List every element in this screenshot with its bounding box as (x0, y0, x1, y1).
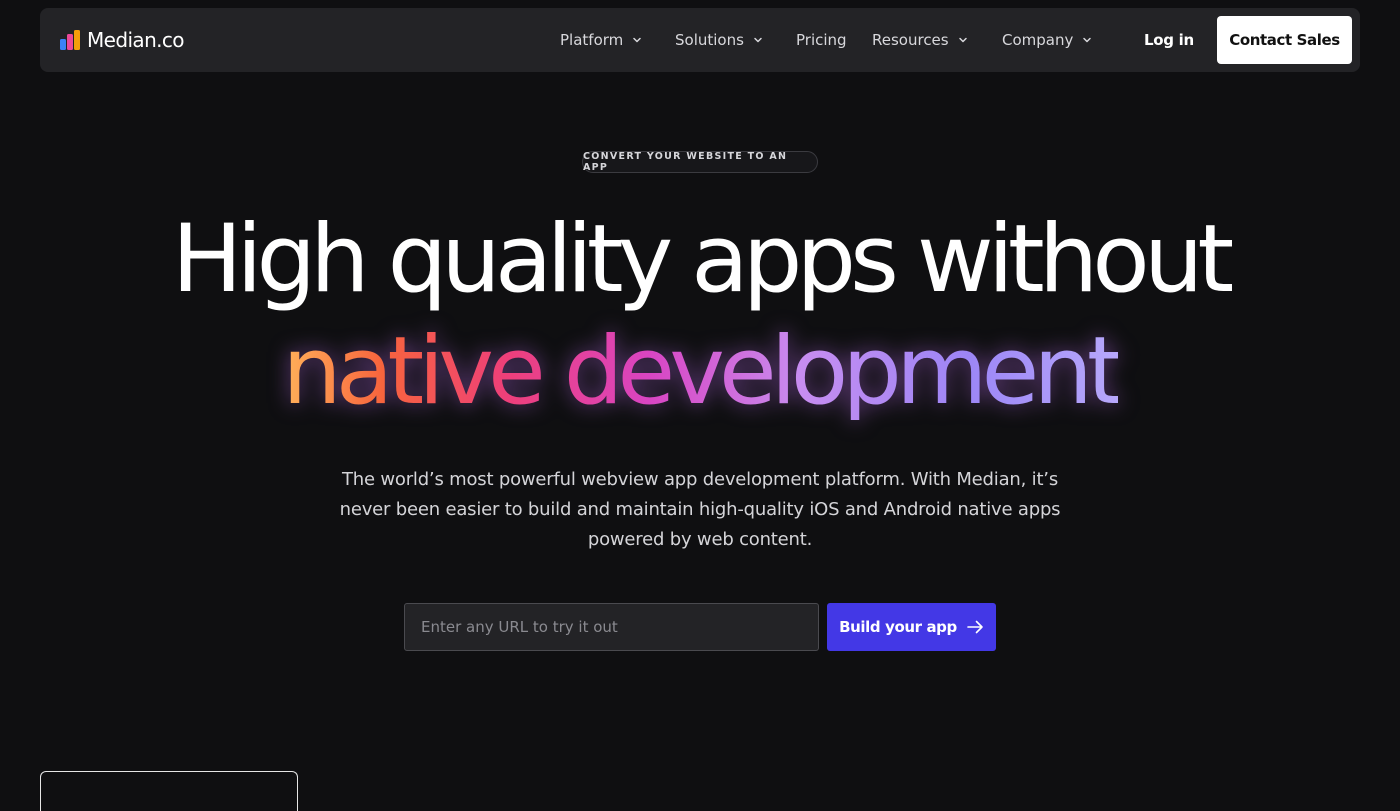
hero-badge: CONVERT YOUR WEBSITE TO AN APP (582, 151, 818, 173)
bar-chart-logo-icon (60, 30, 80, 50)
login-link[interactable]: Log in (1144, 8, 1194, 72)
top-navbar: Median.co Platform Solutions Pricing Res… (40, 8, 1360, 72)
feature-tab-card[interactable] (40, 771, 298, 811)
nav-item-resources[interactable]: Resources (872, 31, 1002, 49)
headline-gradient-text: native development (282, 317, 1124, 426)
brand-name: Median.co (87, 28, 185, 52)
chevron-down-icon (1083, 37, 1092, 43)
nav-item-label: Platform (560, 31, 624, 49)
nav-item-label: Solutions (675, 31, 744, 49)
nav-item-company[interactable]: Company (1002, 31, 1112, 49)
nav-menu: Platform Solutions Pricing Resources Com… (560, 8, 1112, 72)
nav-item-pricing[interactable]: Pricing (796, 31, 872, 49)
nav-item-solutions[interactable]: Solutions (675, 31, 796, 49)
headline-line-1: High quality apps without (171, 205, 1235, 314)
brand-logo[interactable]: Median.co (60, 28, 185, 52)
hero-headline: High quality apps without native develop… (0, 204, 1400, 420)
url-input[interactable] (404, 603, 819, 651)
chevron-down-icon (633, 37, 642, 43)
hero-description: The world’s most powerful webview app de… (339, 469, 1061, 550)
chevron-down-icon (958, 37, 967, 43)
headline-line-2-wrapper: native development (0, 316, 1400, 420)
arrow-right-icon (967, 620, 983, 634)
nav-item-platform[interactable]: Platform (560, 31, 675, 49)
chevron-down-icon (754, 37, 762, 43)
build-button-label: Build your app (839, 618, 957, 636)
nav-item-label: Resources (872, 31, 949, 49)
nav-item-label: Pricing (796, 31, 847, 49)
build-your-app-button[interactable]: Build your app (827, 603, 996, 651)
nav-item-label: Company (1002, 31, 1074, 49)
contact-sales-button[interactable]: Contact Sales (1217, 16, 1352, 64)
